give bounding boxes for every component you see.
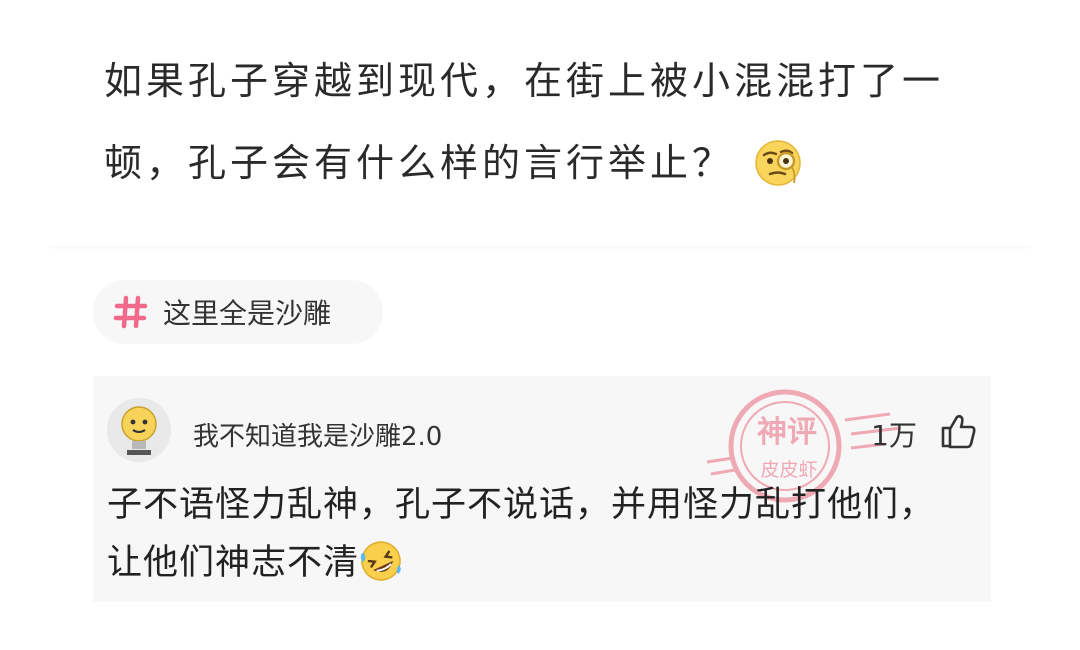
watermark-top-text: 神评 bbox=[757, 415, 817, 450]
rolling-laughing-icon bbox=[360, 541, 401, 581]
monocle-face-icon bbox=[755, 139, 801, 186]
topic-tag[interactable]: 这里全是沙雕 bbox=[93, 280, 383, 344]
comment-line-1: 子不语怪力乱神，孔子不说话，并用怪力乱打他们， bbox=[107, 485, 936, 525]
question-line-1: 如果孔子穿越到现代，在街上被小混混打了一 bbox=[104, 59, 945, 103]
comment-username[interactable]: 我不知道我是沙雕2.0 bbox=[193, 416, 442, 453]
comment-body: 子不语怪力乱神，孔子不说话，并用怪力乱打他们， 让他们神志不清 bbox=[107, 476, 977, 592]
question-title: 如果孔子穿越到现代，在街上被小混混打了一 顿，孔子会有什么样的言行举止？ bbox=[104, 40, 1004, 204]
like-count: 1万 bbox=[871, 419, 917, 452]
comment-line-2: 让他们神志不清 bbox=[107, 543, 360, 583]
hash-icon bbox=[113, 295, 148, 329]
comment-card[interactable]: 神评 皮皮虾 我不知道我是沙雕2.0 1万 子不语怪力乱神，孔子不说话，并用怪力… bbox=[93, 376, 991, 602]
avatar[interactable] bbox=[107, 398, 171, 462]
question-line-2: 顿，孔子会有什么样的言行举止？ bbox=[104, 141, 735, 185]
thumbs-up-icon[interactable] bbox=[939, 412, 977, 450]
topic-label: 这里全是沙雕 bbox=[163, 297, 332, 330]
lightbulb-avatar-icon bbox=[107, 398, 171, 462]
